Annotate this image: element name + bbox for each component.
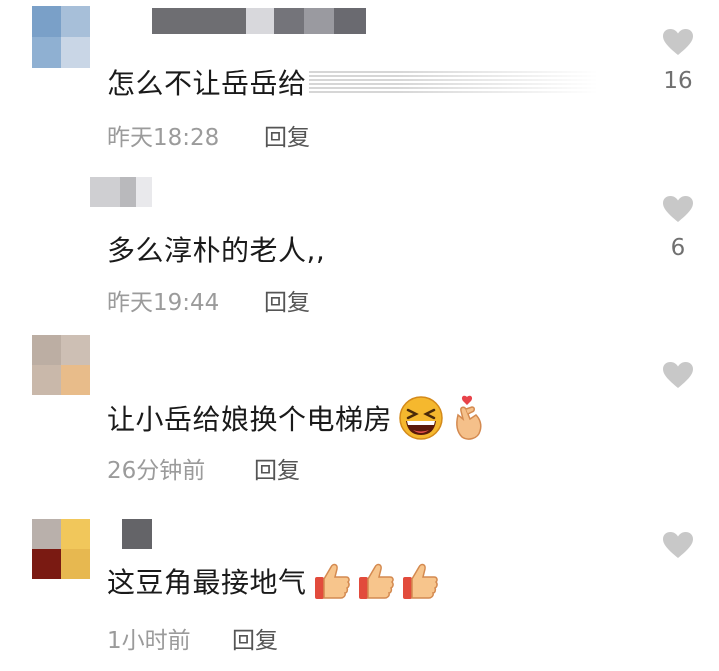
comment-text: 这豆角最接地气	[107, 561, 439, 601]
avatar[interactable]	[32, 519, 90, 579]
comment-time: 26分钟前	[107, 458, 206, 484]
like-button[interactable]: 6	[660, 195, 696, 261]
thumbs-up-icon	[358, 563, 394, 599]
like-button[interactable]: 16	[660, 28, 696, 94]
heart-icon	[663, 196, 693, 222]
like-count: 16	[663, 68, 693, 94]
comment-text: 让小岳给娘换个电梯房	[107, 395, 484, 441]
grinning-squinting-face-icon	[399, 396, 443, 440]
thumbs-up-icon	[314, 563, 350, 599]
comment-time: 昨天18:28	[107, 125, 220, 151]
reply-button[interactable]: 回复	[232, 621, 278, 655]
like-button[interactable]	[660, 531, 696, 559]
comment-text: 多么淳朴的老人,,	[107, 234, 326, 267]
comment-item: 让小岳给娘换个电梯房 26分钟前 回复	[0, 335, 719, 505]
comment-time: 昨天19:44	[107, 290, 220, 316]
username-pixelated[interactable]	[152, 8, 366, 34]
obscured-text	[308, 71, 599, 93]
comment-time: 1小时前	[107, 628, 191, 654]
comment-item: 这豆角最接地气 1小时前 回复	[0, 505, 719, 671]
like-button[interactable]	[660, 361, 696, 389]
reply-button[interactable]: 回复	[264, 118, 310, 152]
username-pixelated[interactable]	[122, 519, 152, 549]
comment-text: 怎么不让岳岳给	[107, 62, 599, 102]
heart-icon	[663, 29, 693, 55]
reply-button[interactable]: 回复	[264, 283, 310, 317]
like-count: 6	[670, 235, 686, 261]
heart-icon	[663, 362, 693, 388]
avatar[interactable]	[32, 6, 90, 68]
thumbs-up-icon	[402, 563, 438, 599]
comment-item: 多么淳朴的老人,, 昨天19:44 回复 6	[0, 165, 719, 335]
finger-heart-icon	[456, 395, 482, 440]
reply-button[interactable]: 回复	[254, 451, 300, 485]
heart-icon	[663, 532, 693, 558]
username-pixelated[interactable]	[90, 177, 152, 207]
comment-item: 怎么不让岳岳给 昨天18:28 回复 16	[0, 0, 719, 165]
avatar[interactable]	[32, 335, 90, 395]
